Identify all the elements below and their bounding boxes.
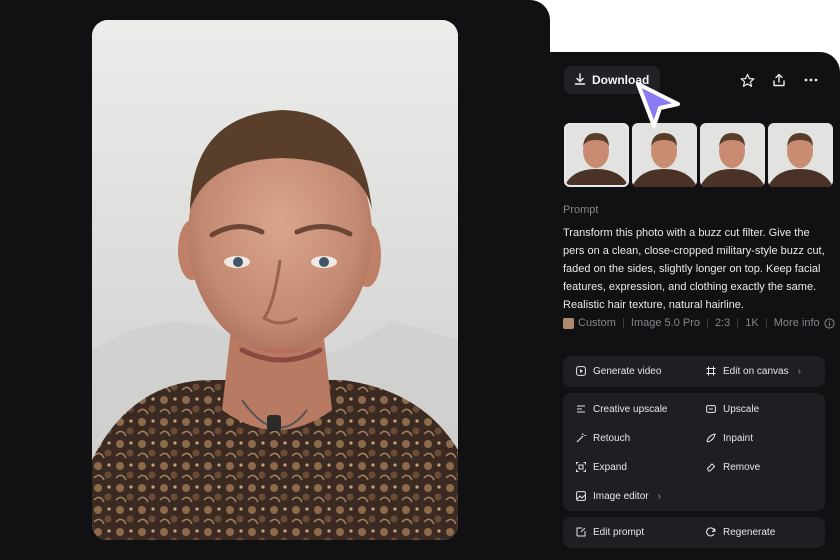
upscale-label: Upscale — [723, 403, 760, 415]
details-panel: Download Prompt Transform this photo wit… — [550, 52, 840, 560]
meta-divider — [707, 318, 708, 328]
inpaint-icon — [706, 433, 716, 443]
edit-prompt-button[interactable]: Edit prompt — [576, 523, 644, 541]
regenerate-button[interactable]: Regenerate — [706, 523, 775, 541]
meta-resolution: 1K — [745, 317, 759, 329]
remove-button[interactable]: Remove — [706, 458, 760, 476]
download-icon — [574, 72, 586, 88]
inpaint-label: Inpaint — [723, 432, 754, 444]
image-editor-label: Image editor — [593, 490, 649, 502]
upscale-button[interactable]: Upscale — [706, 400, 759, 418]
generate-video-label: Generate video — [593, 365, 662, 377]
toolbar: Download — [564, 66, 826, 94]
thumbnail-4[interactable] — [768, 123, 833, 187]
creative-upscale-button[interactable]: Creative upscale — [576, 400, 667, 418]
upscale-icon — [706, 404, 716, 414]
image-editor-icon — [576, 491, 586, 501]
play-icon — [576, 366, 586, 376]
image-editor-button[interactable]: Image editor › — [576, 487, 661, 505]
app-stage: Download Prompt Transform this photo wit… — [0, 0, 840, 560]
creative-upscale-label: Creative upscale — [593, 403, 668, 415]
more-info-link[interactable]: More info — [774, 317, 820, 329]
info-icon[interactable] — [824, 317, 835, 329]
expand-icon — [576, 462, 586, 472]
cursor-pointer-icon — [632, 80, 682, 135]
refresh-icon — [706, 527, 716, 537]
prompt-actions-group: Edit prompt Regenerate — [563, 517, 825, 548]
prompt-text: Transform this photo with a buzz cut fil… — [563, 227, 825, 311]
meta-ratio: 2:3 — [715, 317, 731, 329]
regenerate-label: Regenerate — [723, 526, 776, 538]
thumbnail-strip — [564, 123, 833, 187]
thumbnail-3[interactable] — [700, 123, 765, 187]
image-preview-panel — [0, 0, 550, 560]
prompt-label: Prompt — [563, 204, 599, 216]
meta-model: Image 5.0 Pro — [630, 317, 700, 329]
video-canvas-group: Generate video Edit on canvas › — [563, 356, 825, 387]
style-avatar — [563, 317, 574, 329]
meta-divider — [765, 318, 767, 328]
remove-label: Remove — [723, 461, 761, 473]
edit-prompt-label: Edit prompt — [593, 526, 645, 538]
more-icon[interactable] — [801, 70, 821, 90]
meta-divider — [622, 318, 624, 328]
share-icon[interactable] — [769, 70, 789, 90]
generation-meta: Custom Image 5.0 Pro 2:3 1K More info — [563, 316, 835, 330]
chevron-right-icon: › — [797, 365, 801, 377]
generated-photo[interactable] — [92, 20, 458, 540]
star-icon[interactable] — [737, 70, 757, 90]
generate-video-button[interactable]: Generate video — [576, 362, 661, 380]
expand-label: Expand — [593, 461, 627, 473]
meta-style: Custom — [578, 317, 616, 329]
creative-upscale-icon — [576, 404, 586, 414]
chevron-right-icon: › — [657, 490, 661, 502]
thumbnail-1[interactable] — [564, 123, 629, 187]
magic-wand-icon — [576, 433, 586, 443]
canvas-icon — [706, 366, 716, 376]
edit-on-canvas-button[interactable]: Edit on canvas › — [706, 362, 801, 380]
retouch-label: Retouch — [593, 432, 631, 444]
edit-tools-group: Creative upscale Upscale Retouch Inpaint… — [563, 393, 825, 511]
edit-on-canvas-label: Edit on canvas — [723, 365, 789, 377]
edit-prompt-icon — [576, 527, 586, 537]
meta-divider — [737, 318, 739, 328]
inpaint-button[interactable]: Inpaint — [706, 429, 753, 447]
expand-button[interactable]: Expand — [576, 458, 627, 476]
retouch-button[interactable]: Retouch — [576, 429, 630, 447]
eraser-icon — [706, 462, 716, 472]
